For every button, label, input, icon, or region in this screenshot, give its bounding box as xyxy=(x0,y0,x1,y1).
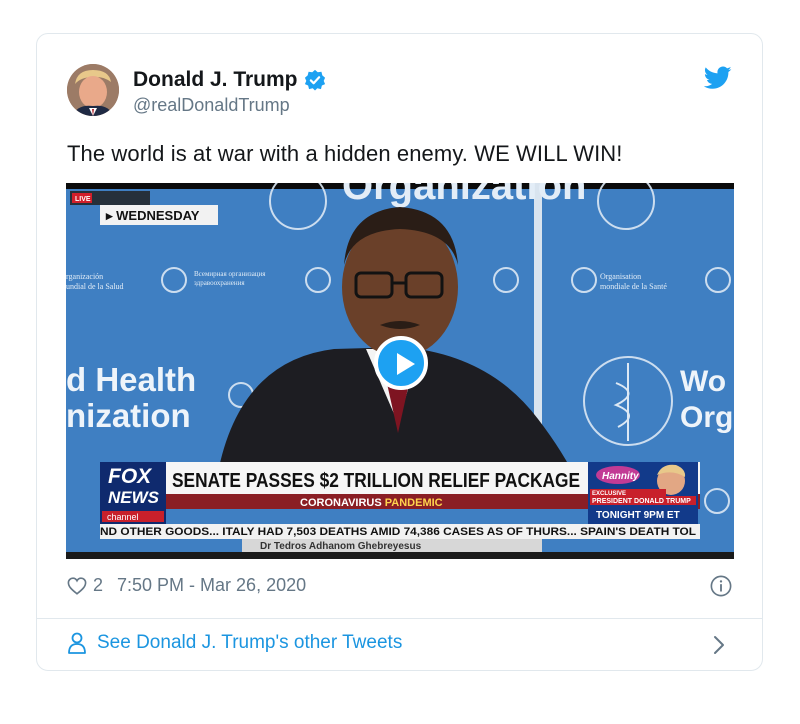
backdrop-small-right-1: Organisation xyxy=(600,272,641,281)
backdrop-small-mid-1: Всемирная организация xyxy=(194,270,266,278)
author-row: Donald J. Trump xyxy=(133,68,326,92)
backdrop-left-line1: d Health xyxy=(66,361,196,398)
chevron-right-icon[interactable] xyxy=(712,634,726,656)
promo-line3: TONIGHT 9PM ET xyxy=(596,510,680,521)
video-player[interactable]: Organization d Health nization Wo Org rg… xyxy=(66,183,734,559)
backdrop-left-line2: nization xyxy=(66,397,191,434)
backdrop-small-mid-2: здравоохранения xyxy=(194,279,245,287)
fox-logo-line1: FOX xyxy=(108,465,153,488)
tweet-text: The world is at war with a hidden enemy.… xyxy=(67,141,623,166)
divider xyxy=(37,618,762,619)
backdrop-right-line2: Org xyxy=(680,401,733,434)
heart-icon[interactable] xyxy=(67,576,87,595)
play-button-icon[interactable] xyxy=(374,336,428,390)
live-tag: LIVE xyxy=(75,196,91,203)
tweet-card: Donald J. Trump @realDonaldTrump The wor… xyxy=(36,33,763,671)
subhead-text: CORONAVIRUS PANDEMIC xyxy=(300,497,443,509)
backdrop-small-left-2: undial de la Salud xyxy=(66,282,124,291)
twitter-bird-icon[interactable] xyxy=(704,66,732,90)
verified-badge-icon xyxy=(304,69,325,91)
backdrop-right-line1: Wo xyxy=(680,365,726,398)
avatar-image xyxy=(67,64,119,116)
backdrop-small-left-1: rganización xyxy=(66,272,103,281)
person-icon xyxy=(68,632,86,654)
tweet-meta: 2 7:50 PM - Mar 26, 2020 xyxy=(67,575,306,596)
like-count[interactable]: 2 xyxy=(93,575,103,596)
see-other-tweets-link[interactable]: See Donald J. Trump's other Tweets xyxy=(67,632,402,654)
author-name[interactable]: Donald J. Trump xyxy=(133,68,298,92)
speaker-name: Dr Tedros Adhanom Ghebreyesus xyxy=(260,541,422,552)
news-ticker: ND OTHER GOODS... ITALY HAD 7,503 DEATHS… xyxy=(100,526,696,538)
fox-logo-line3: channel xyxy=(107,512,139,522)
promo-show: Hannity xyxy=(602,471,639,482)
avatar[interactable] xyxy=(67,64,119,116)
backdrop-small-right-2: mondiale de la Santé xyxy=(600,282,667,291)
promo-line2: PRESIDENT DONALD TRUMP xyxy=(592,498,691,505)
headline-text: SENATE PASSES $2 TRILLION RELIEF PACKAGE xyxy=(172,470,580,492)
fox-logo-line2: NEWS xyxy=(108,488,160,507)
see-other-tweets-label[interactable]: See Donald J. Trump's other Tweets xyxy=(97,632,402,654)
tweet-timestamp[interactable]: 7:50 PM - Mar 26, 2020 xyxy=(117,575,306,596)
info-icon[interactable] xyxy=(710,575,732,597)
day-label: ▸ WEDNESDAY xyxy=(105,208,200,223)
author-handle[interactable]: @realDonaldTrump xyxy=(133,95,290,116)
backdrop-top-text: Organization xyxy=(342,183,586,208)
